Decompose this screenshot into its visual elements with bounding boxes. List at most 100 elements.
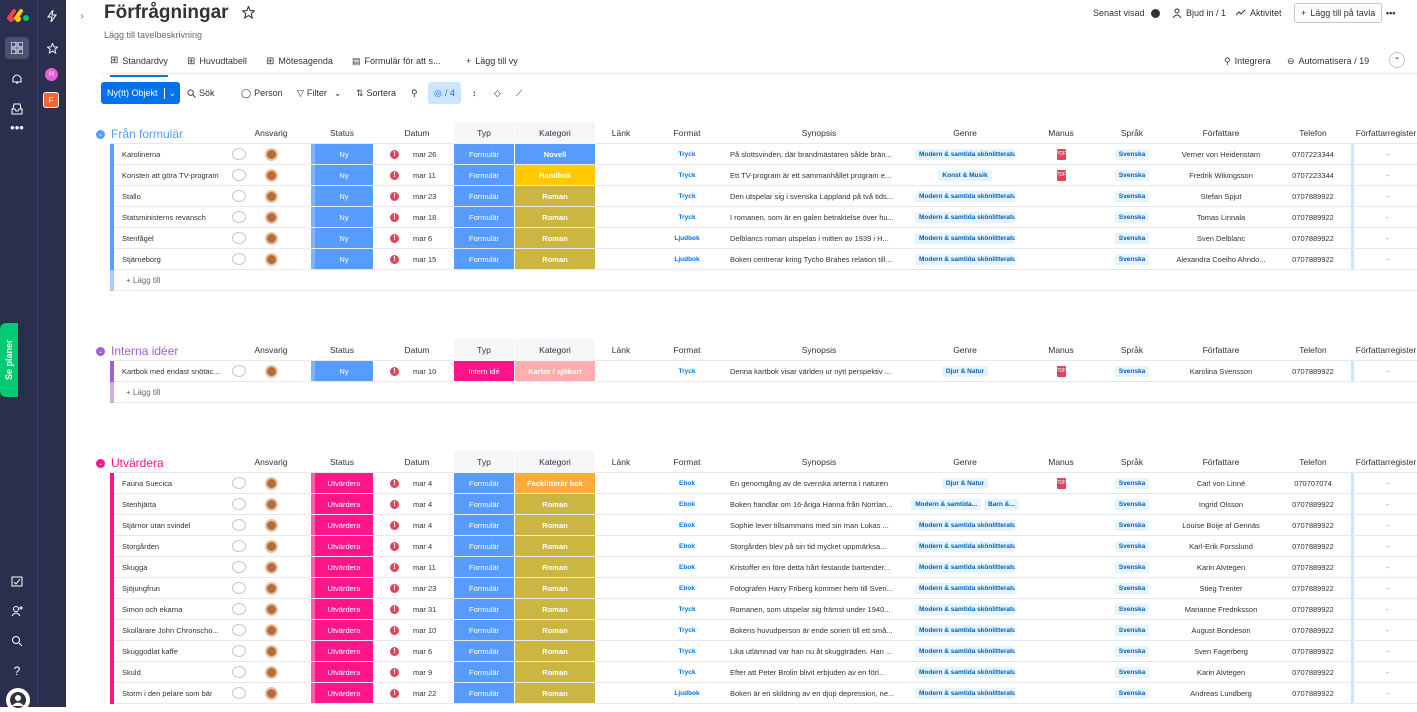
format-cell[interactable]: Tryck <box>646 641 728 661</box>
author-cell[interactable]: Andreas Lundberg <box>1166 683 1276 703</box>
pdf-file-icon[interactable]: PDF <box>1056 365 1066 377</box>
format-cell[interactable]: Tryck <box>646 620 728 640</box>
type-cell[interactable]: Formulär <box>454 207 514 227</box>
table-row[interactable]: Sjöjungfrun Utvärdera! mar 23 Formulär Roman… <box>110 578 1417 599</box>
genre-cell[interactable]: Modern & samtida skönlitteratur <box>911 249 1019 269</box>
type-cell[interactable]: Formulär <box>454 186 514 206</box>
see-plans-button[interactable]: Se planer <box>0 323 18 397</box>
phone-cell[interactable]: 0707223344 <box>1278 144 1348 164</box>
column-header[interactable]: Ansvarig <box>241 122 301 144</box>
author-cell[interactable]: Fredrik Wikingsson <box>1166 165 1276 185</box>
author-cell[interactable]: Tomas Linnala <box>1166 207 1276 227</box>
pin-icon[interactable]: ⚲ <box>411 82 418 104</box>
type-cell[interactable]: Formulär <box>454 578 514 598</box>
item-name[interactable]: Statsministerns revansch <box>122 207 232 227</box>
type-cell[interactable]: Formulär <box>454 249 514 269</box>
language-cell[interactable]: Svenska <box>1102 228 1162 248</box>
person-filter-button[interactable]: ◯ Person <box>241 82 283 104</box>
monday-logo[interactable] <box>7 8 31 24</box>
column-header[interactable]: Datum <box>376 451 458 473</box>
column-header[interactable]: Datum <box>376 122 458 144</box>
bell-icon[interactable] <box>8 70 26 88</box>
table-row[interactable]: Stenfågel Ny! mar 6 Formulär Roman Ljudbok Del… <box>110 228 1417 249</box>
item-name[interactable]: Skollärare John Chronscho... <box>122 620 232 640</box>
tab-motesagenda[interactable]: ⊞ Mötesagenda <box>266 52 333 70</box>
item-name[interactable]: Fauna Suecica <box>122 473 232 493</box>
owner-cell[interactable] <box>241 683 301 703</box>
type-cell[interactable]: Formulär <box>454 641 514 661</box>
checklist-icon[interactable] <box>8 572 26 590</box>
language-cell[interactable]: Svenska <box>1102 207 1162 227</box>
column-header[interactable]: Manus <box>1021 122 1101 144</box>
lightning-icon[interactable] <box>44 8 60 24</box>
author-cell[interactable]: Karolina Svensson <box>1166 361 1276 381</box>
format-cell[interactable]: Tryck <box>646 144 728 164</box>
synopsis-cell[interactable]: Delblancs roman utspelas i mitten av 193… <box>730 228 908 248</box>
item-name[interactable]: Stenhjärta <box>122 494 232 514</box>
category-cell[interactable]: Roman <box>515 662 595 682</box>
language-cell[interactable]: Svenska <box>1102 249 1162 269</box>
synopsis-cell[interactable]: Boken är en skildring av en djup depress… <box>730 683 908 703</box>
type-cell[interactable]: Formulär <box>454 144 514 164</box>
synopsis-cell[interactable]: Boken centrerar kring Tycho Brahes relat… <box>730 249 908 269</box>
status-cell[interactable]: Ny <box>311 361 373 381</box>
status-cell[interactable]: Utvärdera <box>311 515 373 535</box>
synopsis-cell[interactable]: Kristoffer en före detta hårt festande b… <box>730 557 908 577</box>
genre-cell[interactable]: Modern & samtida skönlitteratur <box>911 662 1019 682</box>
table-row[interactable]: Storgården Utvärdera! mar 4 Formulär Roman Eb… <box>110 536 1417 557</box>
synopsis-cell[interactable]: Fotografen Harry Friberg kommer hem till… <box>730 578 908 598</box>
genre-cell[interactable]: Modern & samtida skönlitteratur <box>911 186 1019 206</box>
item-name[interactable]: Storm i den pelare som bär <box>122 683 232 703</box>
genre-cell[interactable]: Modern & samtida skönlitteratur <box>911 683 1019 703</box>
column-header[interactable]: Manus <box>1021 339 1101 361</box>
format-cell[interactable]: Tryck <box>646 165 728 185</box>
column-header[interactable]: Ansvarig <box>241 451 301 473</box>
author-register-cell[interactable]: - <box>1351 228 1417 248</box>
author-register-cell[interactable]: - <box>1351 249 1417 269</box>
column-header[interactable]: Språk <box>1102 122 1162 144</box>
owner-cell[interactable] <box>241 641 301 661</box>
status-cell[interactable]: Utvärdera <box>311 494 373 514</box>
synopsis-cell[interactable]: Efter att Peter Brolin blivit erbjuden a… <box>730 662 908 682</box>
link-cell[interactable] <box>597 620 645 640</box>
pdf-file-icon[interactable]: PDF <box>1056 477 1066 489</box>
type-cell[interactable]: Formulär <box>454 536 514 556</box>
item-name[interactable]: Sjöjungfrun <box>122 578 232 598</box>
add-item-button[interactable]: + Lägg till <box>126 276 160 285</box>
author-cell[interactable]: Carl von Linné <box>1166 473 1276 493</box>
language-cell[interactable]: Svenska <box>1102 494 1162 514</box>
manuscript-cell[interactable] <box>1021 207 1101 227</box>
phone-cell[interactable]: 0707889922 <box>1278 186 1348 206</box>
type-cell[interactable]: Formulär <box>454 620 514 640</box>
language-cell[interactable]: Svenska <box>1102 641 1162 661</box>
author-register-cell[interactable]: - <box>1351 144 1417 164</box>
status-cell[interactable]: Ny <box>311 228 373 248</box>
date-cell[interactable]: ! mar 15 <box>376 249 458 269</box>
column-header[interactable]: Datum <box>376 339 458 361</box>
item-name[interactable]: Skuld <box>122 662 232 682</box>
author-register-cell[interactable]: - <box>1351 620 1417 640</box>
format-cell[interactable]: Tryck <box>646 599 728 619</box>
column-header[interactable]: Synopsis <box>730 451 908 473</box>
phone-cell[interactable]: 0707889922 <box>1278 515 1348 535</box>
add-item-row[interactable]: + Lägg till <box>110 270 1417 291</box>
date-cell[interactable]: ! mar 18 <box>376 207 458 227</box>
owner-cell[interactable] <box>241 557 301 577</box>
date-cell[interactable]: ! mar 22 <box>376 683 458 703</box>
item-name[interactable]: Skuggodlat kaffe <box>122 641 232 661</box>
genre-cell[interactable]: Modern & samtida skönlitteratur <box>911 599 1019 619</box>
phone-cell[interactable]: 0707889922 <box>1278 662 1348 682</box>
column-header[interactable]: Genre <box>911 339 1019 361</box>
language-cell[interactable]: Svenska <box>1102 186 1162 206</box>
chevron-down-icon[interactable]: ⌄ <box>334 88 342 99</box>
manuscript-cell[interactable]: PDF <box>1021 165 1101 185</box>
link-cell[interactable] <box>597 473 645 493</box>
pdf-file-icon[interactable]: PDF <box>1056 169 1066 181</box>
link-cell[interactable] <box>597 662 645 682</box>
item-name[interactable]: Stjärneborg <box>122 249 232 269</box>
chevron-down-icon[interactable]: ⌄ <box>163 87 176 99</box>
item-name[interactable]: Stenfågel <box>122 228 232 248</box>
format-cell[interactable]: Tryck <box>646 361 728 381</box>
synopsis-cell[interactable]: Den utspelar sig i svenska Lappland på t… <box>730 186 908 206</box>
add-item-button[interactable]: + Lägg till <box>126 388 160 397</box>
